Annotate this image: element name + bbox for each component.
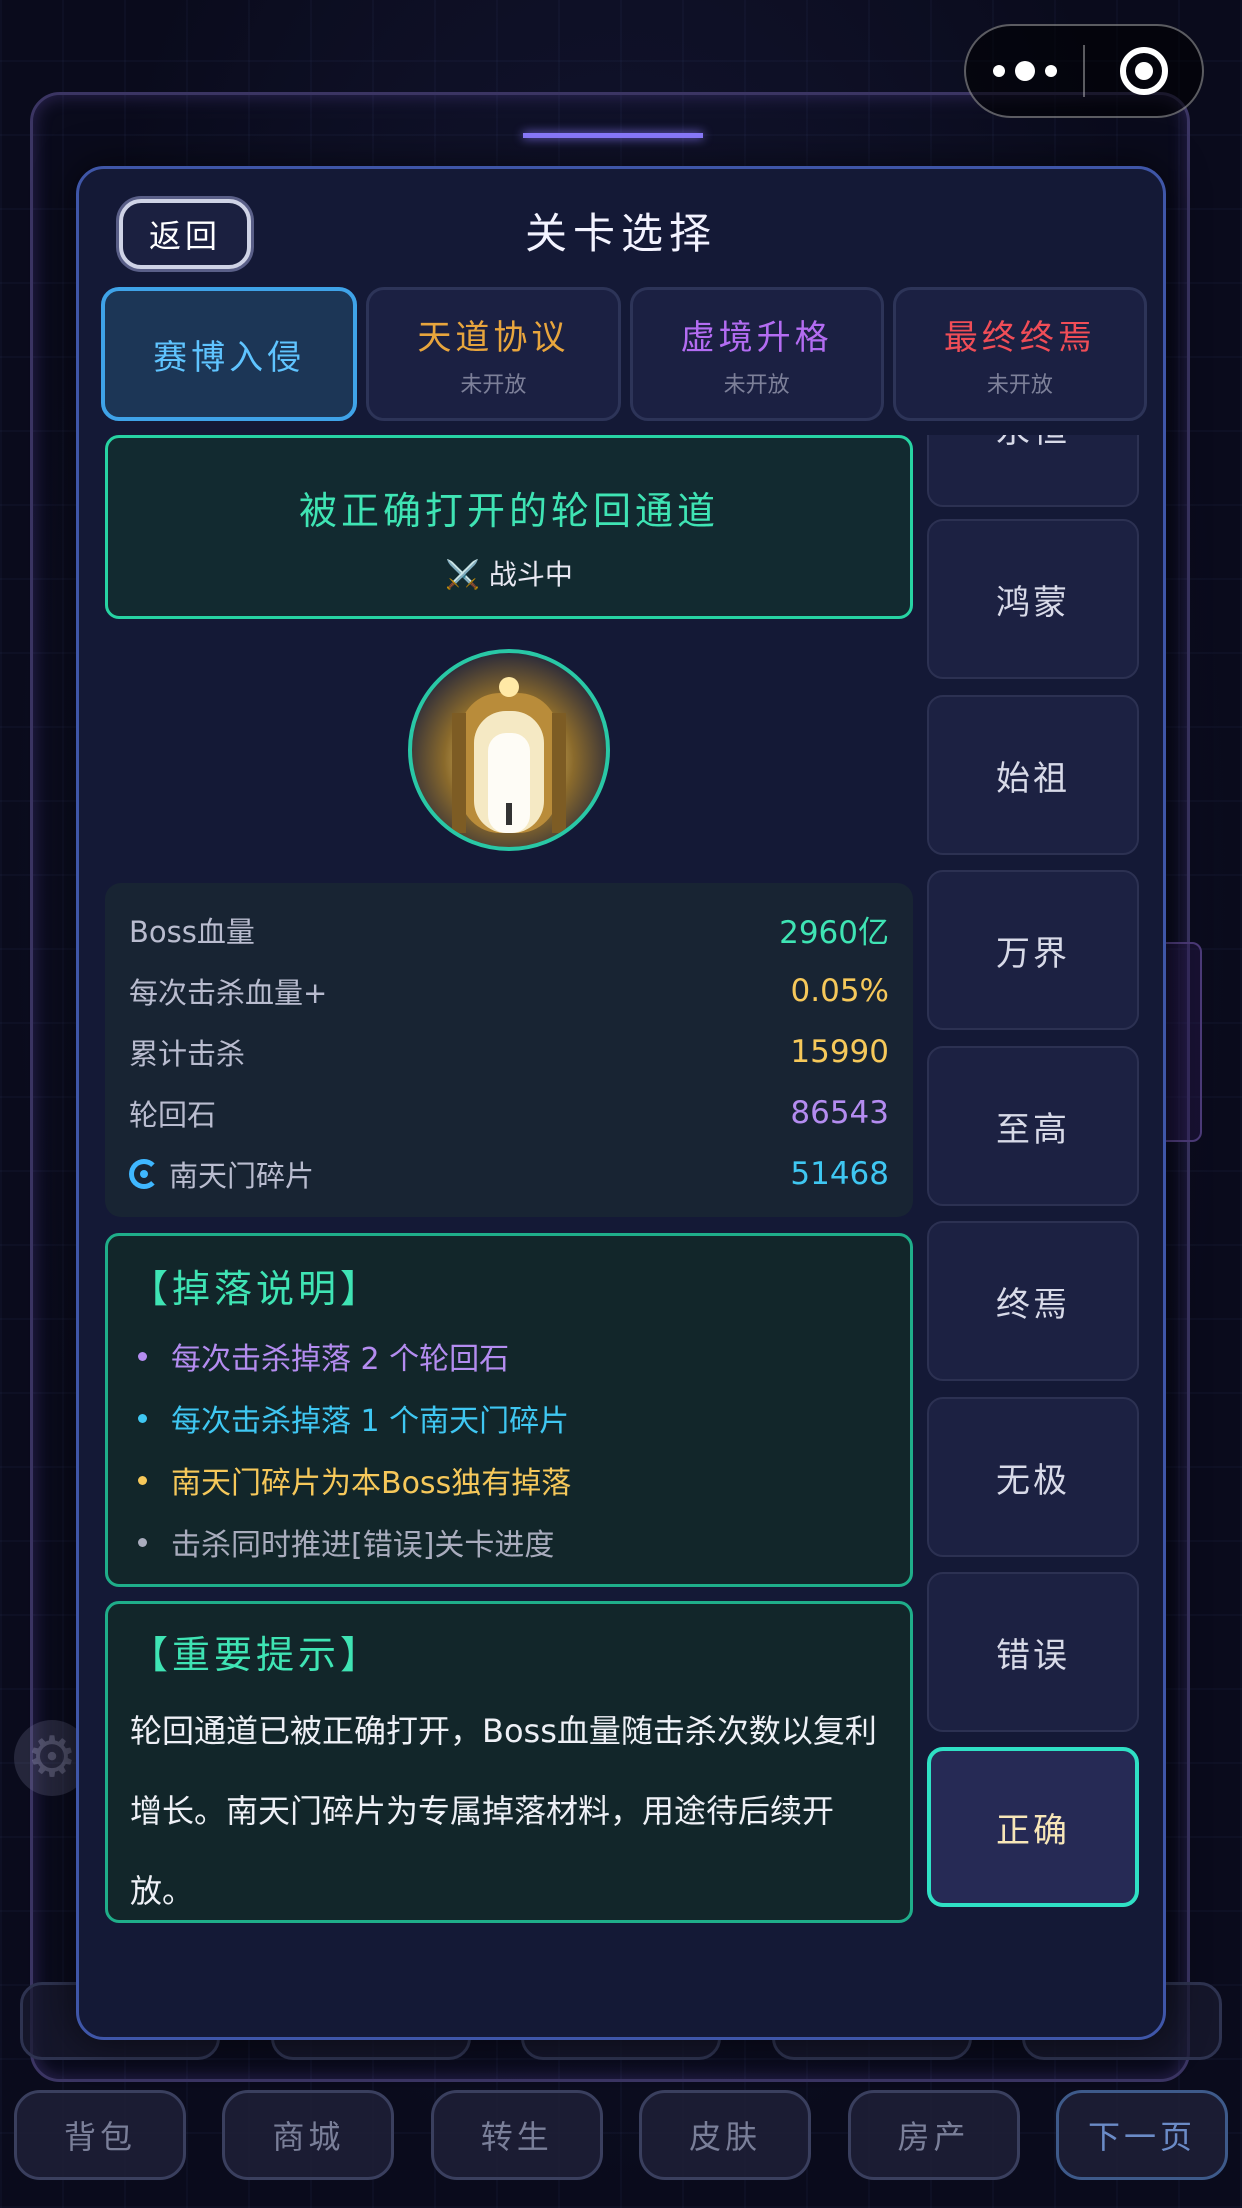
drop-item: 每次击杀掉落 1 个南天门碎片 — [138, 1387, 880, 1449]
stat-row-boss-hp: Boss血量 2960亿 — [129, 899, 889, 960]
modal-title: 关卡选择 — [524, 209, 717, 258]
tab-label: 虚境升格 — [680, 317, 833, 358]
tab-label: 天道协议 — [417, 317, 570, 358]
drop-text: 击杀同时推进[错误]关卡进度 — [171, 1528, 555, 1563]
bottom-nav: 背包 商城 转生 皮肤 房产 下一页 — [0, 2090, 1242, 2180]
drop-text: 每次击杀掉落 2 个轮回石 — [171, 1342, 510, 1377]
stat-row-gate-fragment: 南天门碎片 51468 — [129, 1143, 889, 1204]
target-close-icon[interactable] — [1085, 47, 1202, 95]
drop-info-panel: 【掉落说明】 每次击杀掉落 2 个轮回石 每次击杀掉落 1 个南天门碎片 南天门… — [105, 1233, 913, 1587]
tab-virtual-ascension[interactable]: 虚境升格 未开放 — [629, 287, 884, 421]
stat-value: 15990 — [790, 1033, 889, 1070]
nav-rebirth-button[interactable]: 转生 — [430, 2090, 603, 2180]
important-notice-panel: 【重要提示】 轮回通道已被正确打开，Boss血量随击杀次数以复利增长。南天门碎片… — [105, 1601, 913, 1923]
stat-value: 51468 — [790, 1155, 889, 1192]
stat-row-samsara-stone: 轮回石 86543 — [129, 1082, 889, 1143]
side-item-hongmeng[interactable]: 鸿蒙 — [927, 519, 1139, 679]
miniprogram-capsule — [964, 24, 1204, 118]
tab-final-end[interactable]: 最终终焉 未开放 — [892, 287, 1147, 421]
nav-backpack-button[interactable]: 背包 — [14, 2090, 186, 2180]
drop-info-title: 【掉落说明】 — [130, 1267, 383, 1311]
side-item-eternal[interactable]: 永恒 — [927, 435, 1139, 507]
side-item-end[interactable]: 终焉 — [927, 1221, 1139, 1381]
drop-item: 击杀同时推进[错误]关卡进度 — [138, 1511, 880, 1573]
drop-item: 南天门碎片为本Boss独有掉落 — [138, 1449, 880, 1511]
tab-label: 最终终焉 — [943, 317, 1096, 358]
crossed-swords-icon: ⚔️ — [445, 558, 480, 591]
tab-cyber-invasion[interactable]: 赛博入侵 — [101, 287, 358, 421]
bullet-dot — [138, 1475, 147, 1485]
stat-label: 累计击杀 — [129, 1036, 246, 1071]
bullet-dot — [138, 1537, 147, 1547]
bullet-dot — [138, 1351, 147, 1361]
stat-value: 2960亿 — [779, 915, 889, 951]
side-item-infinite[interactable]: 无极 — [927, 1397, 1139, 1557]
swirl-icon — [129, 1158, 159, 1189]
nav-next-page-button[interactable]: 下一页 — [1055, 2090, 1228, 2180]
status-text: 战斗中 — [488, 558, 573, 591]
tab-status: 未开放 — [986, 372, 1053, 398]
tab-label: 赛博入侵 — [153, 337, 306, 378]
stat-label: 南天门碎片 — [169, 1158, 315, 1193]
nav-skin-button[interactable]: 皮肤 — [639, 2090, 812, 2180]
tab-heaven-protocol[interactable]: 天道协议 未开放 — [366, 287, 621, 421]
side-item-myriad-realms[interactable]: 万界 — [927, 870, 1139, 1030]
stage-status: ⚔️ 战斗中 — [108, 553, 910, 593]
tab-status: 未开放 — [723, 372, 790, 398]
side-item-error[interactable]: 错误 — [927, 1572, 1139, 1732]
stage-select-modal: 返回 关卡选择 赛博入侵 天道协议 未开放 虚境升格 未开放 最终终焉 未开放 … — [76, 166, 1166, 2040]
notice-title: 【重要提示】 — [130, 1633, 383, 1677]
stage-title: 被正确打开的轮回通道 — [298, 489, 719, 533]
bullet-dot — [138, 1413, 147, 1423]
tab-status: 未开放 — [460, 372, 527, 398]
notice-text: 轮回通道已被正确打开，Boss血量随击杀次数以复利增长。南天门碎片为专属掉落材料… — [130, 1712, 877, 1910]
nav-property-button[interactable]: 房产 — [847, 2090, 1020, 2180]
stat-label: 轮回石 — [129, 1097, 217, 1132]
boss-portrait — [408, 649, 610, 851]
stat-row-total-kills: 累计击杀 15990 — [129, 1021, 889, 1082]
nav-shop-button[interactable]: 商城 — [222, 2090, 395, 2180]
boss-stats-panel: Boss血量 2960亿 每次击杀血量+ 0.05% 累计击杀 15990 轮回… — [105, 883, 913, 1217]
stat-label-with-icon: 南天门碎片 — [129, 1153, 314, 1195]
more-dots-icon[interactable] — [966, 61, 1083, 81]
drop-text: 南天门碎片为本Boss独有掉落 — [171, 1466, 572, 1501]
stat-label: 每次击杀血量+ — [129, 975, 328, 1010]
stat-row-hp-growth: 每次击杀血量+ 0.05% — [129, 960, 889, 1021]
stat-value: 0.05% — [790, 972, 889, 1009]
stat-label: Boss血量 — [129, 914, 255, 949]
category-tabs: 赛博入侵 天道协议 未开放 虚境升格 未开放 最终终焉 未开放 — [101, 287, 1147, 421]
drop-text: 每次击杀掉落 1 个南天门碎片 — [171, 1404, 570, 1439]
side-item-ancestor[interactable]: 始祖 — [927, 695, 1139, 855]
side-item-correct[interactable]: 正确 — [927, 1747, 1139, 1907]
stage-side-list[interactable]: 永恒 鸿蒙 始祖 万界 至高 终焉 无极 错误 正确 — [927, 435, 1143, 1925]
stat-value: 86543 — [790, 1094, 889, 1131]
stage-header: 被正确打开的轮回通道 ⚔️ 战斗中 — [105, 435, 913, 619]
side-item-supreme[interactable]: 至高 — [927, 1046, 1139, 1206]
drop-item: 每次击杀掉落 2 个轮回石 — [138, 1325, 880, 1387]
